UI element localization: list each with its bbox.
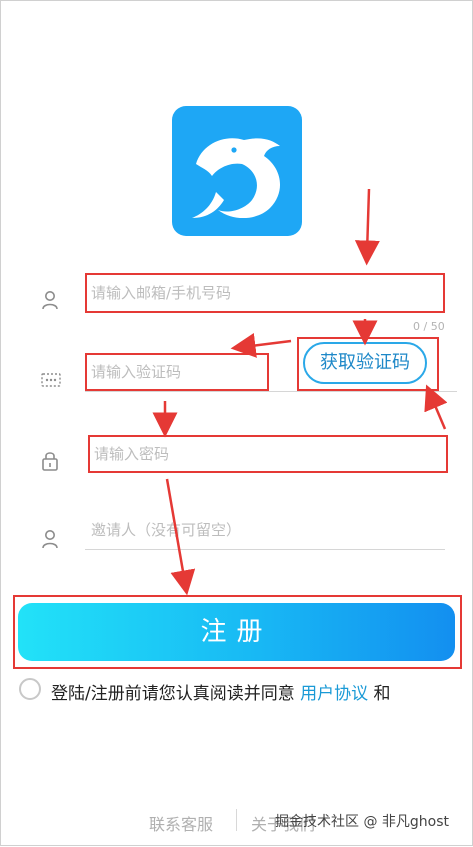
annotation-arrows bbox=[152, 188, 448, 596]
agreement-radio[interactable] bbox=[19, 678, 41, 700]
arrow-password-to-code-button bbox=[424, 384, 448, 430]
arrow-to-register bbox=[165, 478, 196, 596]
register-button[interactable]: 注册 bbox=[18, 603, 455, 661]
user-agreement-link[interactable]: 用户协议 bbox=[300, 684, 368, 704]
agreement-text: 登陆/注册前请您认真阅读并同意 用户协议 和 bbox=[51, 679, 391, 704]
arrow-to-account bbox=[354, 188, 380, 266]
agreement-prefix: 登陆/注册前请您认真阅读并同意 bbox=[51, 684, 295, 704]
contact-support-link[interactable]: 联系客服 bbox=[149, 811, 213, 835]
agreement-suffix: 和 bbox=[373, 684, 391, 704]
watermark: 掘金技术社区 @ 非凡ghost bbox=[275, 814, 450, 830]
arrow-to-code-input bbox=[230, 333, 292, 358]
footer-divider bbox=[236, 809, 237, 831]
